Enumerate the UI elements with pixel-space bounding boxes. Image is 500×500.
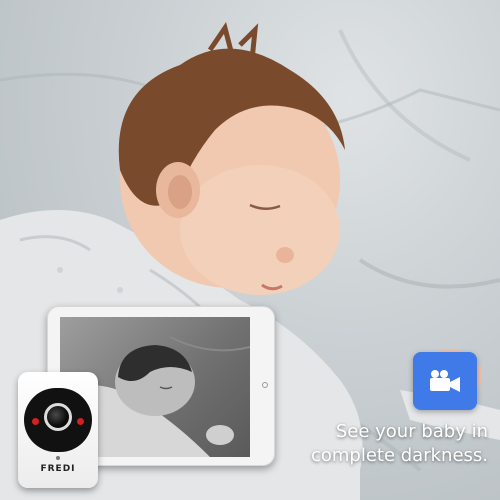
camera-brand-logo: FREDI bbox=[40, 464, 76, 474]
feature-caption: See your baby in complete darkness. bbox=[278, 420, 488, 468]
product-scene: FREDI See your baby in complete darkness… bbox=[0, 0, 500, 500]
microphone-hole bbox=[56, 456, 60, 460]
infrared-led-left bbox=[32, 418, 39, 425]
caption-line-2: complete darkness. bbox=[310, 445, 488, 466]
caption-line-1: See your baby in bbox=[335, 421, 488, 442]
video-camera-icon bbox=[430, 370, 460, 392]
tablet-home-button bbox=[262, 382, 268, 388]
infrared-led-right bbox=[77, 418, 84, 425]
camera-front-panel bbox=[24, 388, 92, 452]
video-badge bbox=[413, 352, 477, 410]
baby-monitor-camera: FREDI bbox=[18, 372, 98, 488]
camera-lens bbox=[44, 403, 72, 431]
